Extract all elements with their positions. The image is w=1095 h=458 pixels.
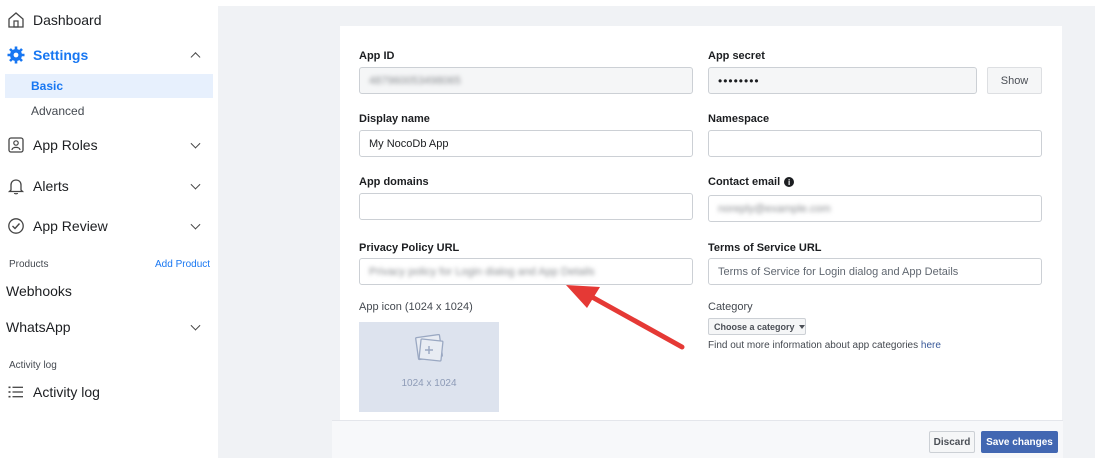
footer-bar: Discard Save changes: [332, 420, 1063, 458]
annotation-arrow-icon: [566, 285, 685, 350]
save-changes-button[interactable]: Save changes: [981, 431, 1058, 453]
discard-button[interactable]: Discard: [929, 431, 975, 453]
